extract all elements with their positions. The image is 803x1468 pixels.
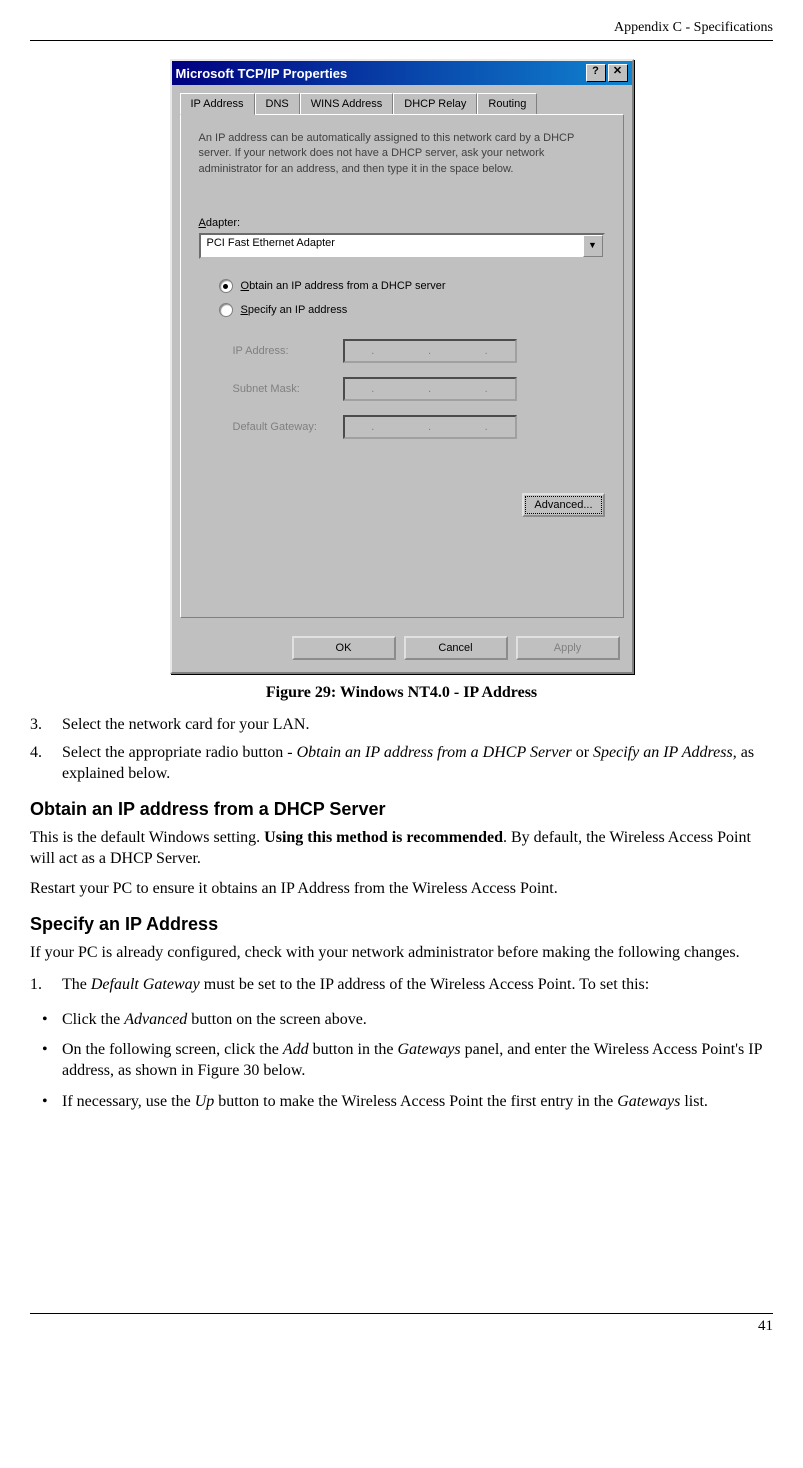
- tab-content: An IP address can be automatically assig…: [180, 114, 624, 618]
- page-number: 41: [30, 1318, 773, 1335]
- para-dhcp-1: This is the default Windows setting. Usi…: [30, 828, 773, 870]
- header-rule: [30, 40, 773, 41]
- default-gateway-label: Default Gateway:: [233, 421, 343, 433]
- heading-dhcp: Obtain an IP address from a DHCP Server: [30, 799, 773, 820]
- radio-icon-unselected: [219, 303, 233, 317]
- tcpip-dialog: Microsoft TCP/IP Properties ? ✕ IP Addre…: [170, 59, 634, 674]
- subnet-mask-input: ...: [343, 377, 517, 401]
- bullet-3: If necessary, use the Up button to make …: [62, 1092, 773, 1113]
- step-4: 4. Select the appropriate radio button -…: [30, 742, 773, 785]
- page-header: Appendix C - Specifications: [30, 20, 773, 36]
- figure-caption: Figure 29: Windows NT4.0 - IP Address: [30, 684, 773, 702]
- footer-rule: [30, 1313, 773, 1314]
- para-dhcp-2: Restart your PC to ensure it obtains an …: [30, 879, 773, 900]
- ok-button[interactable]: OK: [292, 636, 396, 660]
- dialog-description: An IP address can be automatically assig…: [199, 131, 605, 177]
- adapter-label: Adapter:: [199, 217, 605, 229]
- radio-specify[interactable]: Specify an IP address: [219, 303, 605, 317]
- specify-steps: 1. The Default Gateway must be set to th…: [30, 974, 773, 996]
- steps-list: 3. Select the network card for your LAN.…: [30, 714, 773, 785]
- ip-group: IP Address: ... Subnet Mask: ... Default…: [219, 325, 605, 467]
- ip-address-label: IP Address:: [233, 345, 343, 357]
- bullet-2: On the following screen, click the Add b…: [62, 1040, 773, 1082]
- chevron-down-icon[interactable]: ▼: [583, 235, 603, 257]
- dialog-titlebar: Microsoft TCP/IP Properties ? ✕: [172, 61, 632, 85]
- tab-routing[interactable]: Routing: [477, 93, 537, 114]
- cancel-button[interactable]: Cancel: [404, 636, 508, 660]
- adapter-value: PCI Fast Ethernet Adapter: [201, 235, 583, 257]
- heading-specify: Specify an IP Address: [30, 914, 773, 935]
- ip-address-input: ...: [343, 339, 517, 363]
- adapter-dropdown[interactable]: PCI Fast Ethernet Adapter ▼: [199, 233, 605, 259]
- tab-ip-address[interactable]: IP Address: [180, 93, 255, 115]
- radio-dhcp[interactable]: Obtain an IP address from a DHCP server: [219, 279, 605, 293]
- radio-specify-label: Specify an IP address: [241, 304, 348, 316]
- para-specify-1: If your PC is already configured, check …: [30, 943, 773, 964]
- bullet-list: Click the Advanced button on the screen …: [30, 1010, 773, 1113]
- step-3: 3. Select the network card for your LAN.: [30, 714, 773, 736]
- dialog-buttons: OK Cancel Apply: [172, 626, 632, 672]
- default-gateway-input: ...: [343, 415, 517, 439]
- tab-wins[interactable]: WINS Address: [300, 93, 394, 114]
- specify-step-1: 1. The Default Gateway must be set to th…: [30, 974, 773, 996]
- radio-icon-selected: [219, 279, 233, 293]
- tab-dns[interactable]: DNS: [255, 93, 300, 114]
- close-icon[interactable]: ✕: [608, 64, 628, 82]
- figure-container: Microsoft TCP/IP Properties ? ✕ IP Addre…: [30, 59, 773, 674]
- subnet-mask-label: Subnet Mask:: [233, 383, 343, 395]
- dialog-title: Microsoft TCP/IP Properties: [176, 66, 348, 81]
- advanced-button[interactable]: Advanced...: [522, 493, 604, 517]
- bullet-1: Click the Advanced button on the screen …: [62, 1010, 773, 1031]
- tabs-row: IP Address DNS WINS Address DHCP Relay R…: [172, 85, 632, 114]
- help-icon[interactable]: ?: [586, 64, 606, 82]
- apply-button: Apply: [516, 636, 620, 660]
- tab-dhcp-relay[interactable]: DHCP Relay: [393, 93, 477, 114]
- radio-dhcp-label: Obtain an IP address from a DHCP server: [241, 280, 446, 292]
